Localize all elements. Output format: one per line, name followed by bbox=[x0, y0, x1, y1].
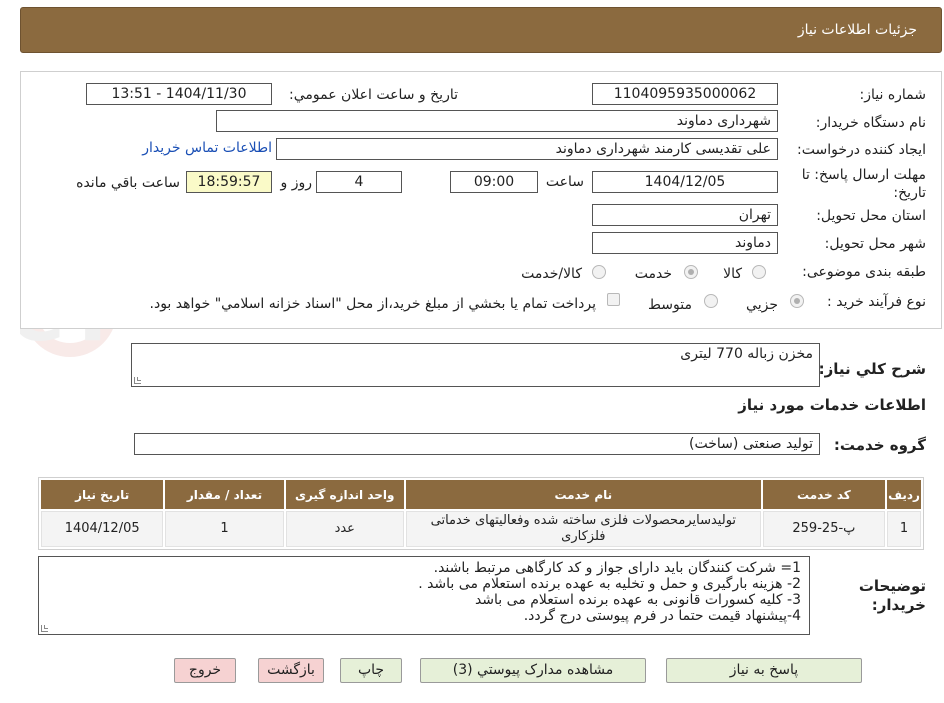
cell-service-name: تولیدسایرمحصولات فلزی ساخته شده وفعالیته… bbox=[405, 511, 761, 547]
col-header-service-code: کد خدمت bbox=[762, 480, 886, 509]
service-group-label: گروه خدمت: bbox=[833, 436, 926, 454]
cell-row-number: 1 bbox=[887, 511, 921, 547]
table-row: 1 پ-25-259 تولیدسایرمحصولات فلزی ساخته ش… bbox=[41, 511, 921, 547]
category-radio-service[interactable] bbox=[684, 265, 698, 279]
city-field: دماوند bbox=[592, 232, 778, 254]
deadline-label: مهلت ارسال پاسخ: تا تاريخ: bbox=[801, 167, 926, 201]
requester-field: علی تقدیسی کارمند شهرداری دماوند bbox=[276, 138, 778, 160]
announce-field: 1404/11/30 - 13:51 bbox=[86, 83, 272, 105]
need-number-label: شماره نياز: bbox=[859, 87, 927, 103]
city-label: شهر محل تحويل: bbox=[824, 236, 926, 252]
process-option-minor: جزيي bbox=[746, 297, 778, 313]
treasury-payment-note: پرداخت تمام يا بخشي از مبلغ خريد،از محل … bbox=[149, 296, 596, 312]
province-field: تهران bbox=[592, 204, 778, 226]
notes-line: 3- کلیه کسورات قانونی به عهده برنده استع… bbox=[474, 592, 801, 608]
deadline-time-label: ساعت bbox=[545, 174, 584, 190]
resize-handle-icon[interactable] bbox=[134, 377, 141, 384]
services-section-title: اطلاعات خدمات مورد نياز bbox=[738, 396, 926, 414]
col-header-service-name: نام خدمت bbox=[405, 480, 761, 509]
col-header-quantity: تعداد / مقدار bbox=[165, 480, 284, 509]
notes-line: 1= شرکت کنندگان باید دارای جواز و کد کار… bbox=[433, 560, 801, 576]
exit-button[interactable]: خروج bbox=[174, 658, 236, 683]
buyer-org-label: نام دستگاه خريدار: bbox=[815, 115, 926, 131]
category-option-goods-service: کالا/خدمت bbox=[521, 266, 582, 282]
col-header-need-date: تاريخ نياز bbox=[41, 480, 164, 509]
notes-line: 2- هزینه بارگیری و حمل و تخلیه به عهده ب… bbox=[418, 576, 801, 592]
days-remaining-field: 4 bbox=[316, 171, 402, 193]
category-label: طبقه بندی موضوعی: bbox=[802, 264, 926, 280]
service-group-field: تولید صنعتی (ساخت) bbox=[134, 433, 820, 455]
cell-need-date: 1404/12/05 bbox=[41, 511, 164, 547]
deadline-time-field: 09:00 bbox=[450, 171, 538, 193]
page-header: جزئيات اطلاعات نياز bbox=[20, 7, 942, 53]
reply-button[interactable]: پاسخ به نياز bbox=[666, 658, 862, 683]
days-label: روز و bbox=[280, 175, 313, 191]
print-button[interactable]: چاپ bbox=[340, 658, 402, 683]
process-option-medium: متوسط bbox=[648, 297, 692, 313]
services-table: رديف کد خدمت نام خدمت واحد اندازه گيری ت… bbox=[38, 477, 924, 550]
process-radio-minor[interactable] bbox=[790, 294, 804, 308]
description-text: مخزن زباله 770 لیتری bbox=[680, 346, 813, 362]
cell-unit: عدد bbox=[285, 511, 404, 547]
treasury-payment-checkbox[interactable] bbox=[607, 293, 620, 306]
notes-line: 4-پیشنهاد قیمت حتما در فرم پیوستی درج گر… bbox=[523, 608, 801, 624]
cell-service-code: پ-25-259 bbox=[762, 511, 886, 547]
buyer-notes-field: 1= شرکت کنندگان باید دارای جواز و کد کار… bbox=[38, 556, 810, 635]
col-header-row-number: رديف bbox=[887, 480, 921, 509]
view-attachments-button[interactable]: مشاهده مدارک پيوستي (3) bbox=[420, 658, 646, 683]
buyer-contact-link[interactable]: اطلاعات تماس خريدار bbox=[142, 140, 272, 156]
col-header-unit: واحد اندازه گيری bbox=[285, 480, 404, 509]
province-label: استان محل تحويل: bbox=[816, 208, 926, 224]
category-option-goods: کالا bbox=[723, 266, 742, 282]
description-label: شرح کلي نياز: bbox=[818, 360, 926, 378]
announce-label: تاريخ و ساعت اعلان عمومي: bbox=[289, 87, 458, 103]
resize-handle-icon[interactable] bbox=[41, 625, 48, 632]
buyer-org-field: شهرداری دماوند bbox=[216, 110, 778, 132]
process-label: نوع فرآيند خريد : bbox=[827, 294, 926, 310]
remaining-time-field: 18:59:57 bbox=[186, 171, 272, 193]
page-title: جزئيات اطلاعات نياز bbox=[797, 22, 917, 38]
description-field: مخزن زباله 770 لیتری bbox=[131, 343, 820, 387]
deadline-date-field: 1404/12/05 bbox=[592, 171, 778, 193]
need-number-field: 1104095935000062 bbox=[592, 83, 778, 105]
category-radio-goods[interactable] bbox=[752, 265, 766, 279]
back-button[interactable]: بازگشت bbox=[258, 658, 324, 683]
category-option-service: خدمت bbox=[634, 266, 672, 282]
process-radio-medium[interactable] bbox=[704, 294, 718, 308]
remaining-label: ساعت باقي مانده bbox=[76, 175, 180, 191]
requester-label: ايجاد کننده درخواست: bbox=[797, 142, 926, 158]
cell-quantity: 1 bbox=[165, 511, 284, 547]
category-radio-goods-service[interactable] bbox=[592, 265, 606, 279]
buyer-notes-label: توضيحات خريدار: bbox=[858, 577, 926, 614]
table-header-row: رديف کد خدمت نام خدمت واحد اندازه گيری ت… bbox=[41, 480, 921, 509]
